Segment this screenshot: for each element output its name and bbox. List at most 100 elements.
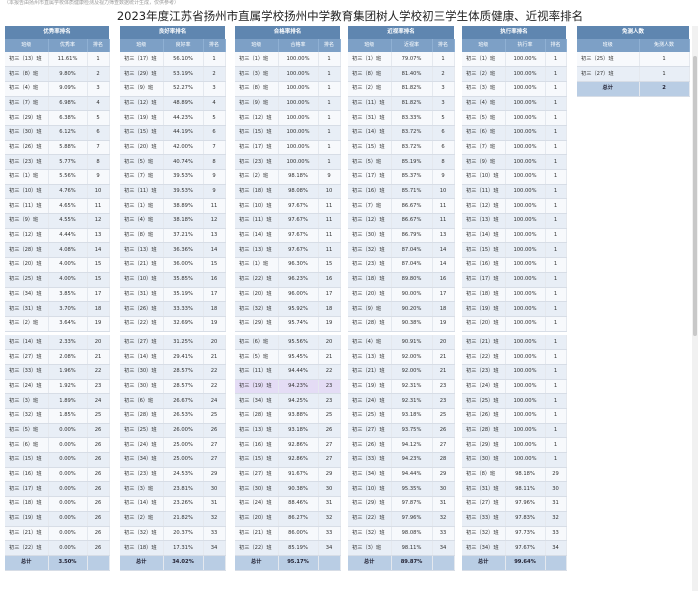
table-row[interactable]: 初三（25）班 93.18% 25	[348, 408, 455, 424]
table-row[interactable]: 初三（27）班 1	[577, 66, 690, 82]
table-row[interactable]: 初三（5）班 100.00% 1	[462, 110, 567, 126]
table-row[interactable]: 初三（16）班 85.71% 10	[348, 184, 455, 200]
table-row[interactable]: 初三（6）班 95.56% 20	[235, 335, 341, 351]
table-row[interactable]: 初三（12）班 48.89% 4	[120, 96, 226, 112]
table-row[interactable]: 初三（14）班 97.67% 11	[235, 228, 341, 244]
table-row[interactable]: 初三（27）班 97.96% 31	[462, 496, 567, 512]
table-row[interactable]: 初三（30）班 90.38% 30	[235, 481, 341, 498]
table-row[interactable]: 初三（8）班 98.18% 29	[462, 467, 567, 483]
table-row[interactable]: 初三（13）班 11.61% 1	[5, 52, 110, 68]
table-row[interactable]: 初三（32）班 98.08% 33	[348, 526, 455, 542]
table-row[interactable]: 初三（2）班 100.00% 1	[462, 66, 567, 82]
table-row[interactable]: 初三（25）班 26.00% 26	[120, 423, 226, 439]
table-row[interactable]: 初三（33）班 94.23% 28	[348, 452, 455, 468]
table-row[interactable]: 初三（1）班 96.30% 15	[235, 257, 341, 273]
table-row[interactable]: 初三（11）班 39.53% 9	[120, 184, 226, 200]
table-row[interactable]: 初三（26）班 5.88% 7	[5, 140, 110, 156]
table-row[interactable]: 初三（16）班 100.00% 1	[462, 257, 567, 273]
table-row[interactable]: 初三（33）班 1.96% 22	[5, 364, 110, 380]
table-row[interactable]: 初三（10）班 100.00% 1	[462, 169, 567, 185]
table-row[interactable]: 初三（31）班 83.33% 5	[348, 110, 455, 126]
table-row[interactable]: 初三（28）班 26.53% 25	[120, 408, 226, 424]
table-row[interactable]: 初三（4）班 100.00% 1	[462, 96, 567, 112]
table-row[interactable]: 初三（28）班 90.38% 19	[348, 316, 455, 332]
table-row[interactable]: 初三（21）班 36.00% 15	[120, 257, 226, 273]
table-row[interactable]: 初三（3）班 98.11% 34	[348, 540, 455, 556]
table-row[interactable]: 初三（27）班 2.08% 21	[5, 349, 110, 365]
table-row[interactable]: 初三（14）班 2.33% 20	[5, 335, 110, 351]
table-row[interactable]: 初三（6）班 26.67% 24	[120, 393, 226, 409]
table-row[interactable]: 初三（20）班 96.00% 17	[235, 287, 341, 303]
table-row[interactable]: 初三（19）班 100.00% 1	[462, 301, 567, 317]
table-row[interactable]: 初三（11）班 81.82% 3	[348, 96, 455, 112]
table-row[interactable]: 初三（27）班 31.25% 20	[120, 335, 226, 351]
table-row[interactable]: 初三（18）班 89.80% 16	[348, 272, 455, 288]
table-row[interactable]: 初三（32）班 20.37% 33	[120, 526, 226, 542]
table-row[interactable]: 初三（19）班 44.23% 5	[120, 110, 226, 126]
table-row[interactable]: 初三（29）班 6.38% 5	[5, 110, 110, 126]
table-row[interactable]: 初三（22）班 96.23% 16	[235, 272, 341, 288]
table-row[interactable]: 初三（26）班 94.12% 27	[348, 437, 455, 454]
table-row[interactable]: 初三（23）班 5.77% 8	[5, 154, 110, 170]
table-row[interactable]: 初三（31）班 35.19% 17	[120, 287, 226, 303]
table-row[interactable]: 初三（23）班 87.04% 14	[348, 257, 455, 273]
table-row[interactable]: 初三（27）班 93.75% 26	[348, 423, 455, 439]
table-row[interactable]: 初三（23）班 100.00% 1	[462, 364, 567, 380]
table-row[interactable]: 初三（30）班 100.00% 1	[462, 452, 567, 468]
table-row[interactable]: 初三（6）班 100.00% 1	[462, 125, 567, 141]
table-row[interactable]: 初三（1）班 79.07% 1	[348, 52, 455, 68]
table-row[interactable]: 初三（18）班 100.00% 1	[462, 287, 567, 303]
table-row[interactable]: 初三（13）班 100.00% 1	[462, 213, 567, 229]
table-row[interactable]: 初三（1）班 38.89% 11	[120, 198, 226, 215]
table-row[interactable]: 初三（21）班 100.00% 1	[462, 335, 567, 351]
table-row[interactable]: 初三（5）班 0.00% 26	[5, 423, 110, 439]
table-row[interactable]: 初三（18）班 17.31% 34	[120, 540, 226, 556]
table-row[interactable]: 初三（32）班 87.04% 14	[348, 242, 455, 259]
table-row[interactable]: 初三（7）班 100.00% 1	[462, 140, 567, 156]
table-row[interactable]: 初三（11）班 97.67% 11	[235, 213, 341, 229]
table-row[interactable]: 初三（11）班 94.44% 22	[235, 364, 341, 380]
table-row[interactable]: 初三（2）班 3.64% 19	[5, 316, 110, 332]
table-row[interactable]: 初三（13）班 97.67% 11	[235, 242, 341, 259]
table-row[interactable]: 初三（13）班 92.00% 21	[348, 349, 455, 365]
table-row[interactable]: 初三（15）班 83.72% 6	[348, 140, 455, 156]
table-row[interactable]: 初三（2）班 81.82% 3	[348, 81, 455, 97]
table-row[interactable]: 初三（28）班 100.00% 1	[462, 423, 567, 439]
table-row[interactable]: 初三（30）班 28.57% 22	[120, 364, 226, 380]
table-row[interactable]: 初三（21）班 0.00% 26	[5, 526, 110, 542]
table-row[interactable]: 初三（8）班 37.21% 13	[120, 228, 226, 244]
table-row[interactable]: 初三（25）班 100.00% 1	[462, 393, 567, 409]
table-row[interactable]: 初三（34）班 3.85% 17	[5, 287, 110, 303]
table-row[interactable]: 初三（1）班 5.56% 9	[5, 169, 110, 185]
table-row[interactable]: 初三（32）班 95.92% 18	[235, 301, 341, 317]
table-row[interactable]: 初三（15）班 0.00% 26	[5, 452, 110, 468]
table-row[interactable]: 初三（17）班 85.37% 9	[348, 169, 455, 185]
table-row[interactable]: 初三（3）班 23.81% 30	[120, 481, 226, 498]
table-row[interactable]: 初三（17）班 56.10% 1	[120, 52, 226, 68]
table-row[interactable]: 初三（14）班 83.72% 6	[348, 125, 455, 141]
table-row[interactable]: 初三（25）班 1	[577, 52, 690, 68]
table-row[interactable]: 初三（12）班 86.67% 11	[348, 213, 455, 229]
table-row[interactable]: 初三（7）班 6.98% 4	[5, 96, 110, 112]
table-row[interactable]: 初三（21）班 92.00% 21	[348, 364, 455, 380]
table-row[interactable]: 初三（27）班 91.67% 29	[235, 467, 341, 483]
table-row[interactable]: 初三（34）班 25.00% 27	[120, 452, 226, 468]
table-row[interactable]: 初三（20）班 4.00% 15	[5, 257, 110, 273]
table-row[interactable]: 初三（13）班 36.36% 14	[120, 242, 226, 259]
table-row[interactable]: 初三（34）班 94.25% 23	[235, 393, 341, 409]
table-row[interactable]: 初三（14）班 23.26% 31	[120, 496, 226, 512]
table-row[interactable]: 初三（24）班 1.92% 23	[5, 379, 110, 395]
table-row[interactable]: 初三（3）班 100.00% 1	[235, 66, 341, 82]
table-row[interactable]: 初三（16）班 0.00% 26	[5, 467, 110, 483]
table-row[interactable]: 初三（8）班 100.00% 1	[235, 81, 341, 97]
table-row[interactable]: 初三（19）班 92.31% 23	[348, 379, 455, 395]
table-row[interactable]: 初三（23）班 24.53% 29	[120, 467, 226, 483]
table-row[interactable]: 初三（10）班 35.85% 16	[120, 272, 226, 288]
table-row[interactable]: 初三（17）班 0.00% 26	[5, 481, 110, 498]
table-row[interactable]: 初三（15）班 44.19% 6	[120, 125, 226, 141]
table-row[interactable]: 初三（4）班 38.18% 12	[120, 213, 226, 229]
table-row[interactable]: 初三（11）班 100.00% 1	[462, 184, 567, 200]
table-row[interactable]: 初三（7）班 39.53% 9	[120, 169, 226, 185]
table-row[interactable]: 初三（28）班 93.88% 25	[235, 408, 341, 424]
table-row[interactable]: 初三（9）班 90.20% 18	[348, 301, 455, 317]
